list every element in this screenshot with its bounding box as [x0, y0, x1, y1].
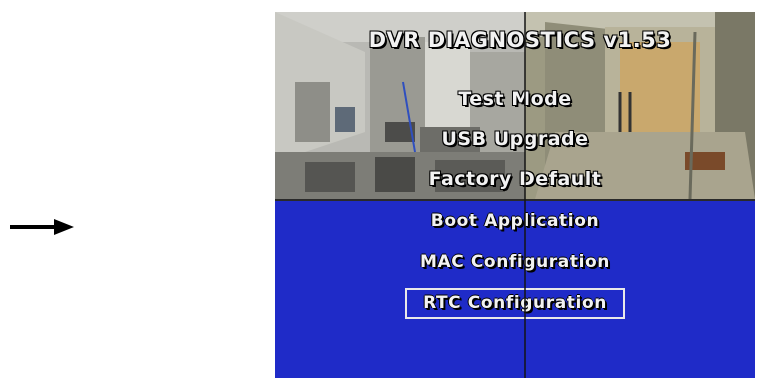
menu-item-label: MAC Configuration	[419, 252, 610, 272]
camera-split-divider	[524, 12, 526, 378]
right-arrow-icon	[10, 219, 74, 235]
menu-item-label: RTC Configuration	[405, 288, 625, 319]
menu-item-factory-default[interactable]: Factory Default	[275, 168, 755, 190]
menu-item-rtc-configuration[interactable]: RTC Configuration	[275, 288, 755, 319]
menu-item-mac-configuration[interactable]: MAC Configuration	[275, 252, 755, 272]
dvr-diagnostics-figure: DVR DIAGNOSTICS v1.53 Test Mode USB Upgr…	[0, 0, 776, 379]
menu-item-boot-application[interactable]: Boot Application	[275, 211, 755, 231]
menu-item-test-mode[interactable]: Test Mode	[275, 88, 755, 110]
diagnostics-title: DVR DIAGNOSTICS v1.53	[368, 28, 672, 52]
menu-item-label: Boot Application	[430, 211, 600, 231]
dvr-screen: DVR DIAGNOSTICS v1.53 Test Mode USB Upgr…	[275, 12, 755, 378]
menu-panel: Boot Application MAC Configuration RTC C…	[275, 199, 755, 378]
menu-item-usb-upgrade[interactable]: USB Upgrade	[275, 128, 755, 150]
